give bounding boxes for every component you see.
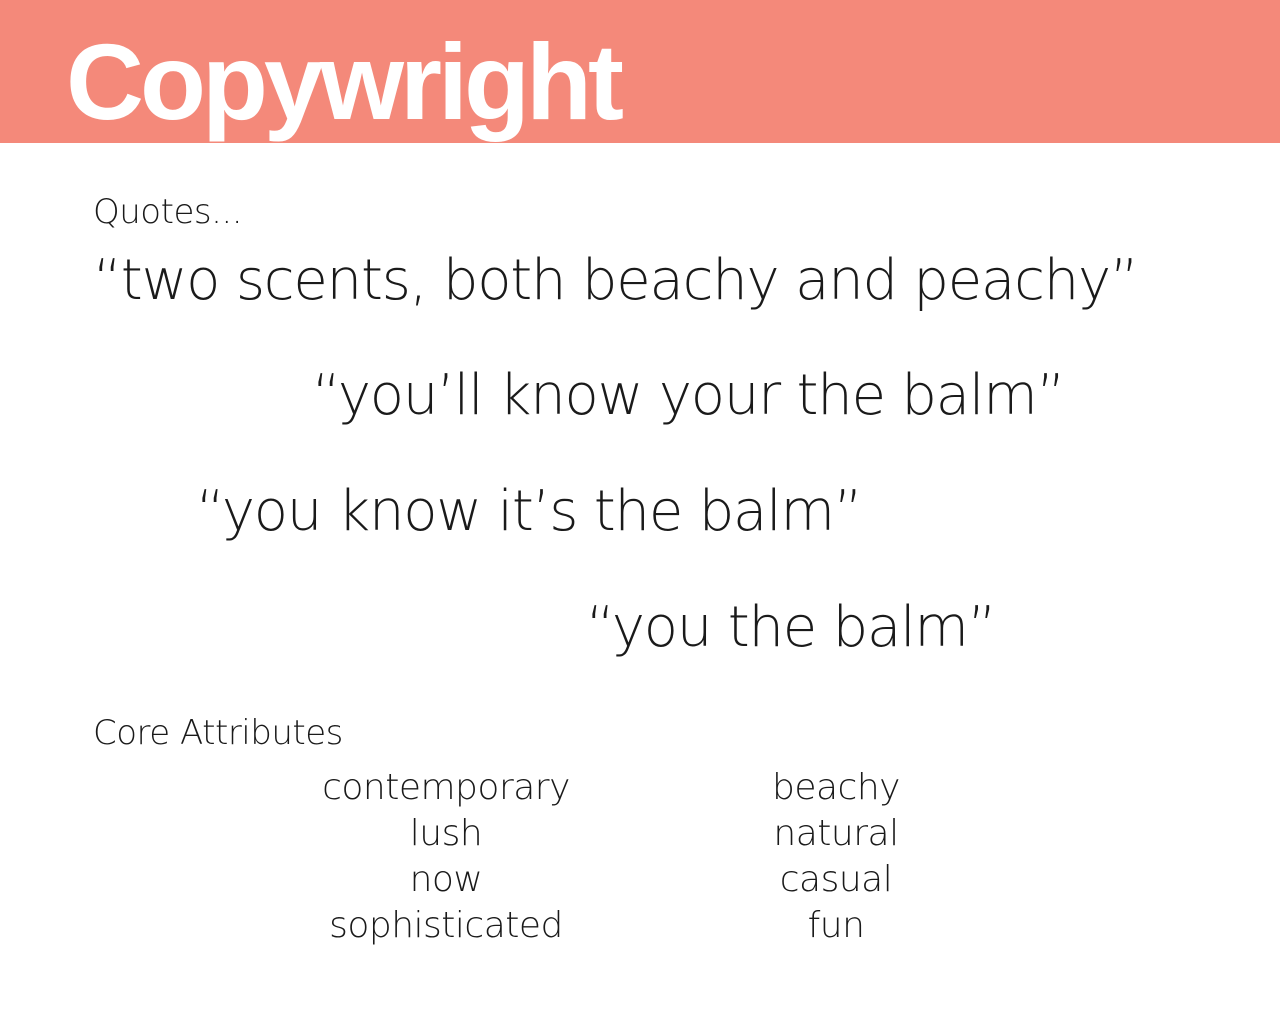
quote-4: “you the balm” (586, 595, 997, 660)
quotes-label: Quotes... (93, 192, 243, 232)
attribute-item: beachy (772, 767, 900, 808)
attribute-item: now (409, 859, 483, 900)
attribute-item: casual (779, 859, 893, 900)
attribute-item: sophisticated (329, 905, 563, 946)
attribute-item: contemporary (322, 767, 570, 808)
attributes-right-column: beachy natural casual fun (676, 765, 996, 949)
attribute-item: lush (409, 813, 483, 854)
quote-2: “you’ll know your the balm” (312, 363, 1066, 428)
attribute-item: fun (807, 905, 865, 946)
core-attributes-label: Core Attributes (93, 713, 343, 753)
slide: Copywright Quotes... “two scents, both b… (0, 0, 1280, 1024)
slide-title: Copywright (66, 21, 624, 142)
attribute-item: natural (773, 813, 899, 854)
attributes-left-column: contemporary lush now sophisticated (286, 765, 606, 949)
quote-3: “you know it’s the balm” (196, 479, 863, 544)
quote-1: “two scents, both beachy and peachy” (93, 248, 1139, 313)
